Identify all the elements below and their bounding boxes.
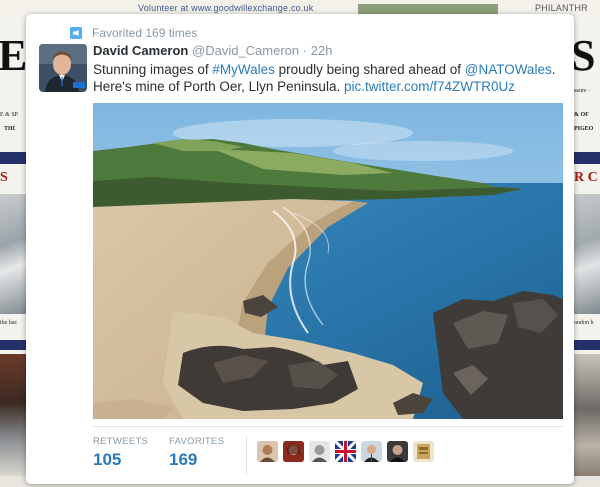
background-navy-band bbox=[574, 152, 600, 164]
stats-divider bbox=[246, 435, 247, 475]
background-top-right-text: PHILANTHR bbox=[535, 3, 588, 13]
tweet-text: Stunning images of #MyWales proudly bein… bbox=[93, 61, 563, 95]
favoriter-avatar[interactable] bbox=[257, 441, 278, 462]
retweets-label: RETWEETS bbox=[93, 436, 149, 447]
background-left-snippet: E & SP bbox=[0, 112, 19, 118]
background-navy-band bbox=[574, 340, 600, 350]
author-line: David Cameron @David_Cameron · 22h bbox=[93, 43, 332, 58]
favoriter-avatar[interactable] bbox=[335, 441, 356, 462]
favoriter-avatar[interactable] bbox=[283, 441, 304, 462]
tweet-card[interactable]: Favorited 169 times David Cameron @David… bbox=[26, 14, 574, 484]
author-name[interactable]: David Cameron bbox=[93, 43, 188, 58]
tweet-text-part: Stunning images of bbox=[93, 62, 213, 77]
background-right-snippet: & OF bbox=[574, 112, 589, 118]
tweet-text-part: proudly being shared ahead of bbox=[274, 62, 465, 77]
favorites-stat[interactable]: FAVORITES 169 bbox=[169, 436, 224, 470]
background-right-column: S asure · & OF PIGEO R C ondon h bbox=[574, 14, 600, 476]
background-banner-text: Volunteer at www.goodwillexchange.co.uk bbox=[138, 3, 314, 13]
retweets-count: 105 bbox=[93, 450, 122, 469]
background-right-photo-2 bbox=[574, 354, 600, 476]
megaphone-icon bbox=[70, 27, 82, 39]
background-left-letter: E bbox=[0, 31, 28, 80]
separator-dot: · bbox=[302, 43, 308, 58]
favoriter-avatar[interactable] bbox=[387, 441, 408, 462]
background-left-snippet: THI bbox=[4, 126, 16, 132]
author-handle[interactable]: @David_Cameron bbox=[192, 43, 299, 58]
background-right-snippet: asure · bbox=[574, 88, 591, 94]
mention-link[interactable]: @NATOWales bbox=[465, 62, 552, 77]
favoriter-avatar[interactable] bbox=[361, 441, 382, 462]
background-right-photo bbox=[574, 194, 600, 314]
tweet-photo[interactable] bbox=[93, 103, 563, 419]
favoriter-avatars bbox=[257, 441, 434, 462]
hashtag-link[interactable]: #MyWales bbox=[212, 62, 275, 77]
background-right-snippet: ondon h bbox=[574, 320, 594, 326]
favorites-label: FAVORITES bbox=[169, 436, 225, 447]
pic-link[interactable]: pic.twitter.com/f74ZWTR0Uz bbox=[344, 79, 515, 94]
beach-landscape-image bbox=[93, 103, 563, 419]
background-right-letter: S bbox=[574, 31, 596, 80]
background-right-red-text: R C bbox=[574, 170, 598, 185]
favorites-count: 169 bbox=[169, 450, 198, 469]
background-right-snippet: PIGEO bbox=[574, 126, 594, 132]
tweet-timestamp[interactable]: 22h bbox=[311, 43, 333, 58]
background-left-red-letter: S bbox=[0, 170, 8, 185]
favoriter-avatar[interactable] bbox=[413, 441, 434, 462]
tweet-stats: RETWEETS 105 FAVORITES 169 bbox=[93, 426, 563, 487]
favorited-row: Favorited 169 times bbox=[70, 26, 197, 40]
favoriter-avatar[interactable] bbox=[309, 441, 330, 462]
avatar[interactable] bbox=[39, 44, 87, 92]
favorited-count-text: Favorited 169 times bbox=[92, 26, 198, 40]
background-green-bar bbox=[358, 4, 498, 14]
retweets-stat[interactable]: RETWEETS 105 bbox=[93, 436, 148, 470]
background-left-snippet: the bac bbox=[0, 320, 18, 326]
